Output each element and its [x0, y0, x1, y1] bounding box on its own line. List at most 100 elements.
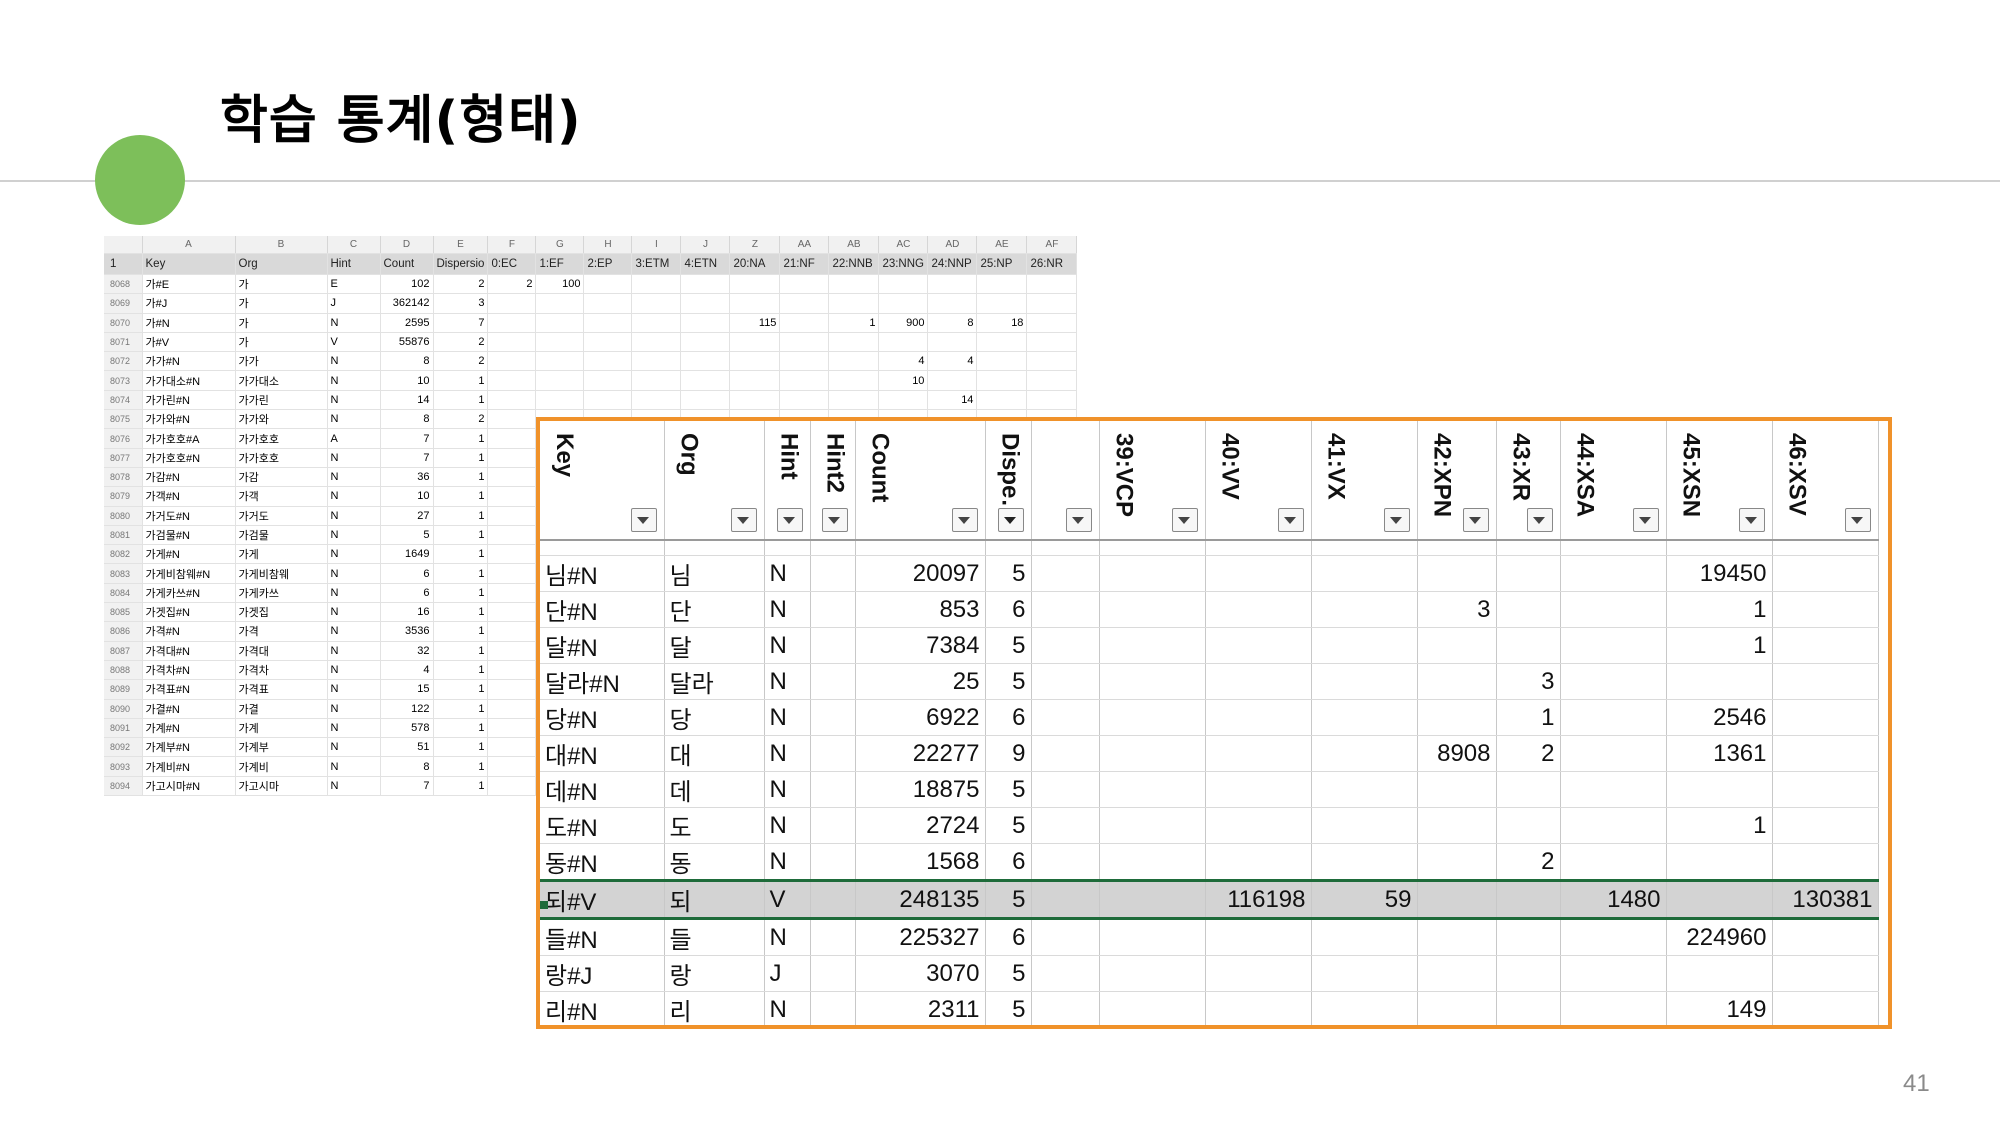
table-cell[interactable]: 가격대	[235, 641, 328, 661]
table-cell[interactable]: 1361	[1666, 735, 1773, 772]
table-cell[interactable]: 3	[1417, 591, 1497, 628]
row-number[interactable]: 8080	[104, 506, 143, 526]
table-cell[interactable]	[1772, 991, 1879, 1025]
table-cell[interactable]	[1099, 627, 1206, 664]
table-cell[interactable]: 100	[535, 274, 585, 295]
table-cell[interactable]: 1	[433, 467, 489, 488]
table-cell[interactable]	[1417, 918, 1497, 956]
table-cell[interactable]	[1031, 735, 1100, 772]
table-cell[interactable]: 20097	[855, 555, 986, 592]
column-letter[interactable]: Z	[729, 236, 781, 254]
table-cell[interactable]: 1	[433, 679, 489, 700]
field-header-cell[interactable]: 3:ETM	[631, 253, 682, 275]
table-cell[interactable]	[1496, 879, 1561, 920]
table-cell[interactable]	[631, 332, 682, 353]
table-cell[interactable]	[828, 332, 880, 353]
table-cell[interactable]: N	[764, 807, 811, 844]
table-cell[interactable]: 14	[927, 390, 978, 411]
table-cell[interactable]: 달라	[664, 663, 765, 700]
table-cell[interactable]	[1417, 627, 1497, 664]
table-cell[interactable]: 853	[855, 591, 986, 628]
table-cell[interactable]: N	[327, 313, 381, 333]
table-cell[interactable]	[487, 756, 537, 777]
table-cell[interactable]: 1	[433, 699, 489, 719]
table-cell[interactable]	[487, 641, 537, 661]
table-cell[interactable]: 가#E	[142, 274, 236, 295]
table-cell[interactable]	[1560, 663, 1667, 700]
table-cell[interactable]: 5	[985, 879, 1032, 920]
row-number[interactable]: 8083	[104, 563, 143, 584]
row-number[interactable]: 8071	[104, 332, 143, 353]
table-cell[interactable]	[1560, 771, 1667, 808]
field-header-cell[interactable]: 20:NA	[729, 253, 781, 275]
table-cell[interactable]	[1026, 332, 1078, 353]
table-cell[interactable]: 5	[985, 555, 1032, 592]
filter-dropdown-icon[interactable]	[1526, 508, 1553, 532]
table-cell[interactable]	[1031, 555, 1100, 592]
table-cell[interactable]: 5	[985, 663, 1032, 700]
table-cell[interactable]: 6	[985, 843, 1032, 881]
table-cell[interactable]	[810, 591, 856, 628]
table-cell[interactable]	[976, 390, 1028, 411]
row-number[interactable]: 8089	[104, 679, 143, 700]
table-cell[interactable]	[631, 313, 682, 333]
table-cell[interactable]: 리	[664, 991, 765, 1025]
table-cell[interactable]: 5	[380, 525, 434, 546]
selection-handle[interactable]	[540, 901, 548, 909]
table-cell[interactable]: 대#N	[540, 735, 665, 772]
column-letter[interactable]: F	[487, 236, 537, 254]
table-cell[interactable]	[1496, 955, 1561, 992]
table-cell[interactable]: 1	[433, 660, 489, 681]
table-cell[interactable]	[729, 293, 781, 314]
table-cell[interactable]	[583, 351, 633, 372]
table-cell[interactable]: 가#N	[142, 313, 236, 333]
row-number[interactable]: 8076	[104, 428, 143, 449]
table-cell[interactable]: 8	[380, 351, 434, 372]
column-header[interactable]	[1031, 421, 1100, 541]
row-number[interactable]: 8070	[104, 313, 143, 333]
table-cell[interactable]	[1772, 663, 1879, 700]
column-header[interactable]: Hint	[764, 421, 811, 541]
table-cell[interactable]: 3070	[855, 955, 986, 992]
column-letter[interactable]: C	[327, 236, 381, 254]
table-cell[interactable]	[487, 621, 537, 642]
table-cell[interactable]: 1	[433, 390, 489, 411]
field-header-cell[interactable]: 25:NP	[976, 253, 1028, 275]
table-cell[interactable]: 6	[985, 591, 1032, 628]
table-cell[interactable]	[1311, 699, 1418, 736]
table-cell[interactable]: 5	[985, 807, 1032, 844]
table-cell[interactable]: 10	[380, 486, 434, 507]
table-cell[interactable]: 6	[985, 699, 1032, 736]
table-cell[interactable]: 25	[855, 663, 986, 700]
column-letter[interactable]: G	[535, 236, 585, 254]
table-cell[interactable]: N	[327, 641, 381, 661]
table-cell[interactable]: 당#N	[540, 699, 665, 736]
table-cell[interactable]	[927, 332, 978, 353]
table-cell[interactable]: 가게비참웨#N	[142, 563, 236, 584]
table-cell[interactable]	[487, 699, 537, 719]
row-number[interactable]: 8094	[104, 776, 143, 797]
table-cell[interactable]	[487, 718, 537, 739]
table-cell[interactable]: 2595	[380, 313, 434, 333]
table-cell[interactable]	[487, 776, 537, 797]
table-cell[interactable]	[828, 293, 880, 314]
table-cell[interactable]: 1	[433, 563, 489, 584]
table-cell[interactable]	[1099, 735, 1206, 772]
field-header-cell[interactable]: 26:NR	[1026, 253, 1078, 275]
table-cell[interactable]: N	[327, 737, 381, 758]
table-cell[interactable]: 1	[433, 583, 489, 604]
table-cell[interactable]: 1	[1666, 627, 1773, 664]
column-letter[interactable]: AD	[927, 236, 978, 254]
table-cell[interactable]: 가	[235, 313, 328, 333]
table-cell[interactable]: N	[764, 591, 811, 628]
table-cell[interactable]: 가가린#N	[142, 390, 236, 411]
table-cell[interactable]	[1772, 699, 1879, 736]
column-header[interactable]: 44:XSA	[1560, 421, 1667, 541]
table-cell[interactable]	[810, 663, 856, 700]
table-cell[interactable]: 3	[1496, 663, 1561, 700]
table-cell[interactable]: J	[764, 955, 811, 992]
column-letter[interactable]: A	[142, 236, 236, 254]
table-cell[interactable]	[631, 274, 682, 295]
table-cell[interactable]: 122	[380, 699, 434, 719]
table-cell[interactable]: 동#N	[540, 843, 665, 881]
